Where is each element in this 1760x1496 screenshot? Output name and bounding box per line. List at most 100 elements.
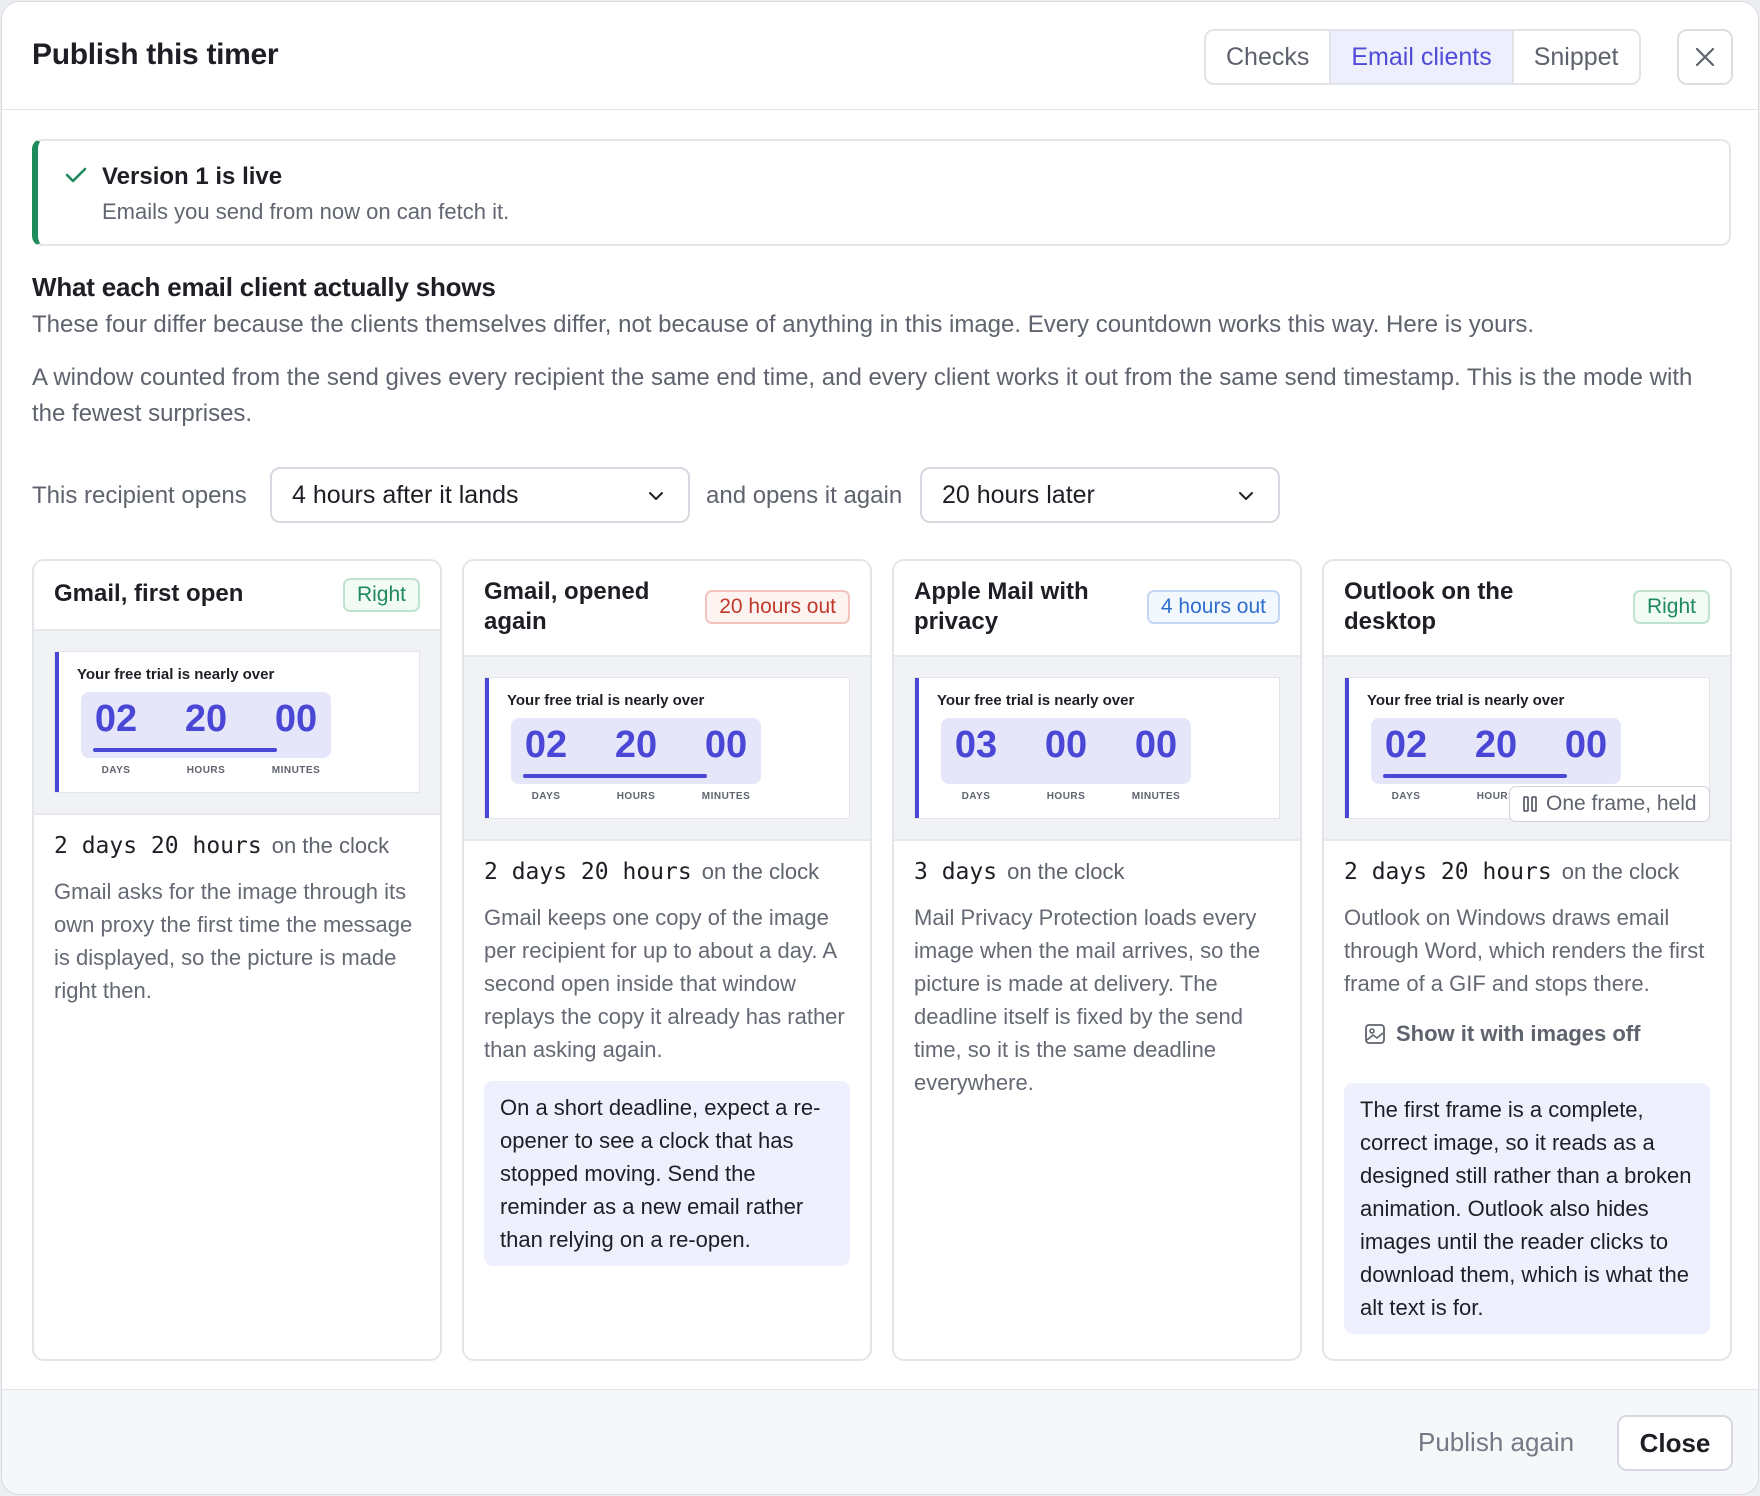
opens-select-value: 4 hours after it lands [292,480,519,509]
digit-minutes: 00 [274,698,318,740]
close-button[interactable]: Close [1617,1415,1733,1471]
again-select-value: 20 hours later [942,480,1095,509]
chevron-down-icon [649,492,663,500]
card-note: On a short deadline, expect a re-opener … [484,1081,850,1266]
timer-preview: Your free trial is nearly over 02 20 00 … [54,651,420,793]
unit-minutes: MINUTES [271,765,321,776]
section-explanation: A window counted from the send gives eve… [32,364,1693,427]
tab-snippet[interactable]: Snippet [1513,31,1639,83]
preview-heading: Your free trial is nearly over [1367,692,1565,709]
banner-subtitle: Emails you send from now on can fetch it… [102,199,510,224]
card-description: Gmail asks for the image through its own… [54,879,413,1003]
publish-dialog: Publish this timer Checks Email clients … [1,1,1759,1495]
clock-suffix: on the clock [1561,859,1680,884]
client-card-apple-mail: Apple Mail with privacy 4 hours out Your… [892,559,1302,1361]
card-description: Mail Privacy Protection loads every imag… [914,905,1261,1095]
status-badge: 20 hours out [705,590,850,624]
card-header: Apple Mail with privacy 4 hours out [894,561,1300,657]
status-badge: Right [1632,590,1710,624]
card-description: Gmail keeps one copy of the image per re… [484,905,845,1062]
card-note: The first frame is a complete, correct i… [1344,1083,1710,1334]
digit-days: 02 [524,724,568,766]
dialog-footer: Publish again Close [2,1389,1758,1494]
client-card-gmail-again: Gmail, opened again 20 hours out Your fr… [462,559,872,1361]
unit-hours: HOURS [1046,791,1086,802]
client-card-outlook: Outlook on the desktop Right Your free t… [1322,559,1732,1361]
opens-select[interactable]: 4 hours after it lands [270,467,690,523]
close-dialog-button[interactable] [1677,29,1733,85]
countdown-progress [523,774,707,778]
chevron-down-icon [1239,492,1253,500]
countdown-digits: 02 20 00 [1371,718,1621,784]
tab-checks[interactable]: Checks [1206,31,1332,83]
digit-days: 02 [1384,724,1428,766]
preview-area: Your free trial is nearly over 02 20 00 … [34,631,440,815]
preview-area: Your free trial is nearly over 02 20 00 … [464,657,870,841]
again-select[interactable]: 20 hours later [920,467,1280,523]
unit-hours: HOURS [616,791,656,802]
banner-title: Version 1 is live [102,163,283,190]
images-off-label: Show it with images off [1396,1021,1641,1046]
section-title: What each email client actually shows [32,272,496,302]
countdown-digits: 03 00 00 [941,718,1191,784]
dialog-title: Publish this timer [32,38,279,71]
clock-suffix: on the clock [701,859,820,884]
clock-line: 2 days 20 hours on the clock [484,859,819,885]
card-header: Gmail, opened again 20 hours out [464,561,870,657]
preview-heading: Your free trial is nearly over [77,666,275,683]
client-card-gmail-first: Gmail, first open Right Your free trial … [32,559,442,1361]
images-off-toggle[interactable]: Show it with images off [1364,1021,1640,1047]
card-description: Outlook on Windows draws email through W… [1344,905,1705,996]
publish-again-button[interactable]: Publish again [1418,1427,1574,1458]
countdown-progress [1383,774,1567,778]
status-badge: 4 hours out [1146,590,1280,624]
digit-hours: 20 [184,698,228,740]
timer-preview: Your free trial is nearly over 03 00 00 … [914,677,1280,819]
again-label: and opens it again [706,482,903,509]
dialog-header: Publish this timer Checks Email clients … [2,2,1758,110]
clock-line: 2 days 20 hours on the clock [1344,859,1679,885]
countdown-digits: 02 20 00 [81,692,331,758]
pause-icon [1523,796,1537,812]
countdown-digits: 02 20 00 [511,718,761,784]
digit-days: 03 [954,724,998,766]
tab-group: Checks Email clients Snippet [1204,29,1641,85]
unit-days: DAYS [101,765,131,776]
unit-days: DAYS [1391,791,1421,802]
card-title: Outlook on the desktop [1344,578,1514,635]
tab-email-clients[interactable]: Email clients [1331,31,1514,83]
card-title: Gmail, first open [54,580,244,607]
status-badge: Right [342,578,420,612]
image-icon [1365,1024,1385,1044]
check-icon [65,167,87,183]
unit-days: DAYS [531,791,561,802]
unit-minutes: MINUTES [701,791,751,802]
preview-heading: Your free trial is nearly over [507,692,705,709]
countdown-progress [93,748,277,752]
version-live-banner: Version 1 is live Emails you send from n… [32,139,1731,246]
held-label: One frame, held [1546,792,1697,815]
opens-label: This recipient opens [32,482,247,509]
digit-hours: 20 [1474,724,1518,766]
clock-line: 2 days 20 hours on the clock [54,833,389,859]
digit-days: 02 [94,698,138,740]
card-title: Apple Mail with privacy [914,578,1089,635]
clock-value: 3 days [914,859,998,885]
one-frame-held-chip: One frame, held [1509,786,1710,822]
preview-accent-bar [1345,678,1349,818]
preview-heading: Your free trial is nearly over [937,692,1135,709]
card-header: Outlook on the desktop Right [1324,561,1730,657]
clock-suffix: on the clock [271,833,390,858]
clock-value: 2 days 20 hours [54,833,262,859]
timer-preview: Your free trial is nearly over 02 20 00 … [484,677,850,819]
digit-hours: 00 [1044,724,1088,766]
clock-suffix: on the clock [1007,859,1125,884]
clock-value: 2 days 20 hours [484,859,692,885]
unit-minutes: MINUTES [1131,791,1181,802]
card-header: Gmail, first open Right [34,561,440,631]
clock-value: 2 days 20 hours [1344,859,1552,885]
digit-minutes: 00 [1564,724,1608,766]
clock-line: 3 days on the clock [914,859,1125,885]
preview-accent-bar [915,678,919,818]
close-icon [1695,47,1715,67]
